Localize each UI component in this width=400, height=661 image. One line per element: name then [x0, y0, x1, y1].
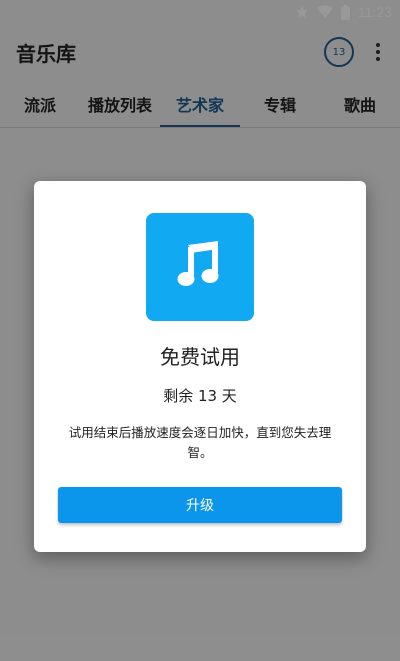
dialog-title: 免费试用 [160, 345, 240, 369]
screen: 11:23 音乐库 13 流派 播放列表 艺术家 专辑 歌曲 免费试用 剩余 1… [0, 0, 400, 661]
upgrade-button[interactable]: 升级 [58, 487, 342, 523]
trial-dialog: 免费试用 剩余 13 天 试用结束后播放速度会逐日加快，直到您失去理智。 升级 [34, 181, 366, 552]
music-note-icon [174, 239, 226, 295]
dialog-message: 试用结束后播放速度会逐日加快，直到您失去理智。 [68, 425, 332, 460]
app-icon [146, 213, 254, 321]
days-left-text: 剩余 13 天 [163, 387, 237, 405]
